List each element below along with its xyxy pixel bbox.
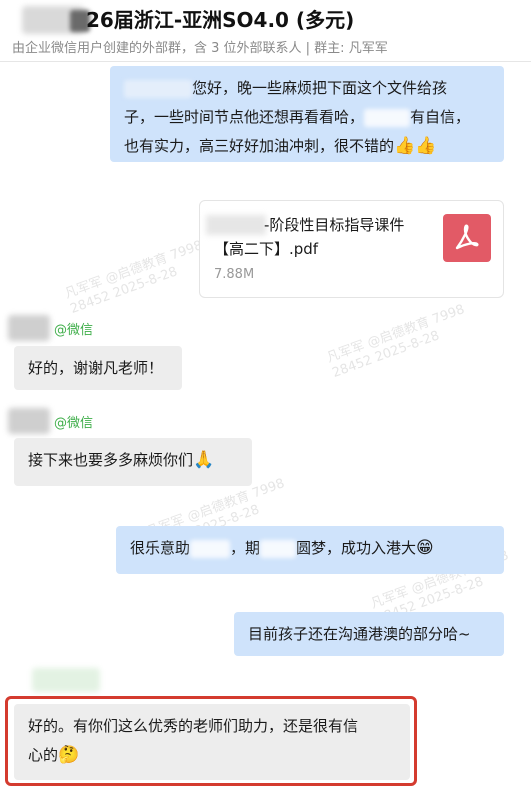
message-text: ，期 <box>230 539 261 557</box>
pray-icon: 🙏 <box>193 450 215 470</box>
avatar[interactable] <box>8 408 50 434</box>
pdf-icon <box>443 214 491 262</box>
sender-tag: @微信 <box>54 323 94 338</box>
redacted-name <box>190 539 231 558</box>
group-subtitle: 由企业微信用户创建的外部群，含 3 位外部联系人 | 群主: 凡军军 <box>12 41 388 56</box>
message-bubble-outgoing[interactable]: 目前孩子还在沟通港澳的部分哈~ <box>234 612 504 656</box>
redacted-sender <box>32 668 100 692</box>
group-title[interactable]: 26届浙江-亚洲SO4.0 (多元) <box>86 4 354 33</box>
message-bubble-incoming[interactable]: 接下来也要多多麻烦你们🙏 <box>14 438 252 486</box>
watermark: 凡军军 @启德教育 799828452 2025-8-28 <box>62 238 205 317</box>
redacted-name <box>260 539 297 558</box>
thumbs-up-icon: 👍👍 <box>394 136 437 156</box>
message-line: 您好，晚一些麻烦把下面这个文件给孩 <box>192 79 448 97</box>
message-text: 圆梦，成功入港大 <box>296 539 417 557</box>
message-bubble-outgoing[interactable]: 您好，晚一些麻烦把下面这个文件给孩 子，一些时间节点他还想再看看哈， 有自信， 也… <box>110 66 504 162</box>
message-line: 也有实力，高三好好加油冲刺，很不错的 <box>124 137 395 155</box>
message-bubble-outgoing[interactable]: 很乐意助 ，期 圆梦，成功入港大😁 <box>116 526 504 574</box>
sender-tag: @微信 <box>54 416 94 431</box>
file-size: 7.88M <box>214 267 255 282</box>
redacted-name <box>364 108 411 127</box>
grin-icon: 😁 <box>416 538 434 558</box>
message-text: 目前孩子还在沟通港澳的部分哈~ <box>248 625 471 643</box>
chat-window: 26届浙江-亚洲SO4.0 (多元) 由企业微信用户创建的外部群，含 3 位外部… <box>0 0 531 790</box>
message-text: 接下来也要多多麻烦你们 <box>28 451 194 469</box>
watermark: 凡军军 @启德教育 799828452 2025-8-28 <box>324 302 467 381</box>
message-text: 好的，谢谢凡老师！ <box>28 359 164 377</box>
redacted-name <box>124 79 192 98</box>
message-text: 很乐意助 <box>130 539 191 557</box>
file-attachment[interactable]: -阶段性目标指导课件 【高二下】.pdf 7.88M <box>199 200 504 298</box>
chat-header: 26届浙江-亚洲SO4.0 (多元) 由企业微信用户创建的外部群，含 3 位外部… <box>0 0 531 62</box>
message-line: 子，一些时间节点他还想再看看哈， <box>124 108 365 126</box>
avatar[interactable] <box>8 315 50 341</box>
message-bubble-incoming[interactable]: 好的，谢谢凡老师！ <box>14 346 182 390</box>
file-name: -阶段性目标指导课件 【高二下】.pdf <box>214 216 405 258</box>
highlight-box <box>5 696 417 786</box>
message-line: 有自信， <box>410 108 471 126</box>
